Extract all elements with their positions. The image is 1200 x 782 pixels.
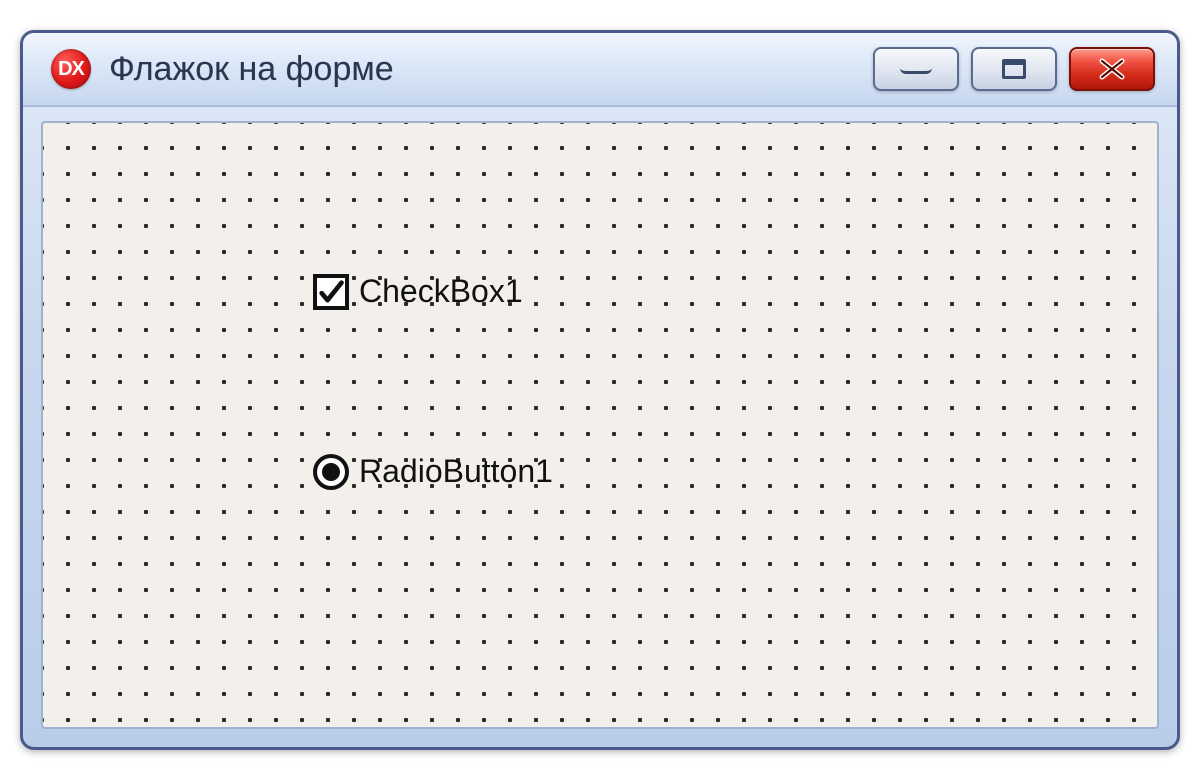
maximize-icon xyxy=(1002,59,1026,79)
minimize-icon xyxy=(900,64,932,74)
checkbox-control[interactable]: CheckBox1 xyxy=(313,273,523,310)
radio-label: RadioButton1 xyxy=(359,453,553,490)
titlebar[interactable]: DX Флажок на форме xyxy=(23,33,1177,107)
close-button[interactable] xyxy=(1069,47,1155,91)
checkbox-icon[interactable] xyxy=(313,274,349,310)
radio-icon[interactable] xyxy=(313,454,349,490)
checkbox-label: CheckBox1 xyxy=(359,273,523,310)
form-window: DX Флажок на форме xyxy=(20,30,1180,750)
window-controls xyxy=(873,47,1155,91)
radio-control[interactable]: RadioButton1 xyxy=(313,453,553,490)
minimize-button[interactable] xyxy=(873,47,959,91)
form-designer-surface[interactable]: CheckBox1 RadioButton1 xyxy=(41,121,1159,729)
app-icon-text: DX xyxy=(58,58,84,81)
app-icon: DX xyxy=(51,49,91,89)
radio-dot-icon xyxy=(322,463,340,481)
window-title: Флажок на форме xyxy=(109,50,873,89)
close-icon xyxy=(1097,57,1127,81)
maximize-button[interactable] xyxy=(971,47,1057,91)
